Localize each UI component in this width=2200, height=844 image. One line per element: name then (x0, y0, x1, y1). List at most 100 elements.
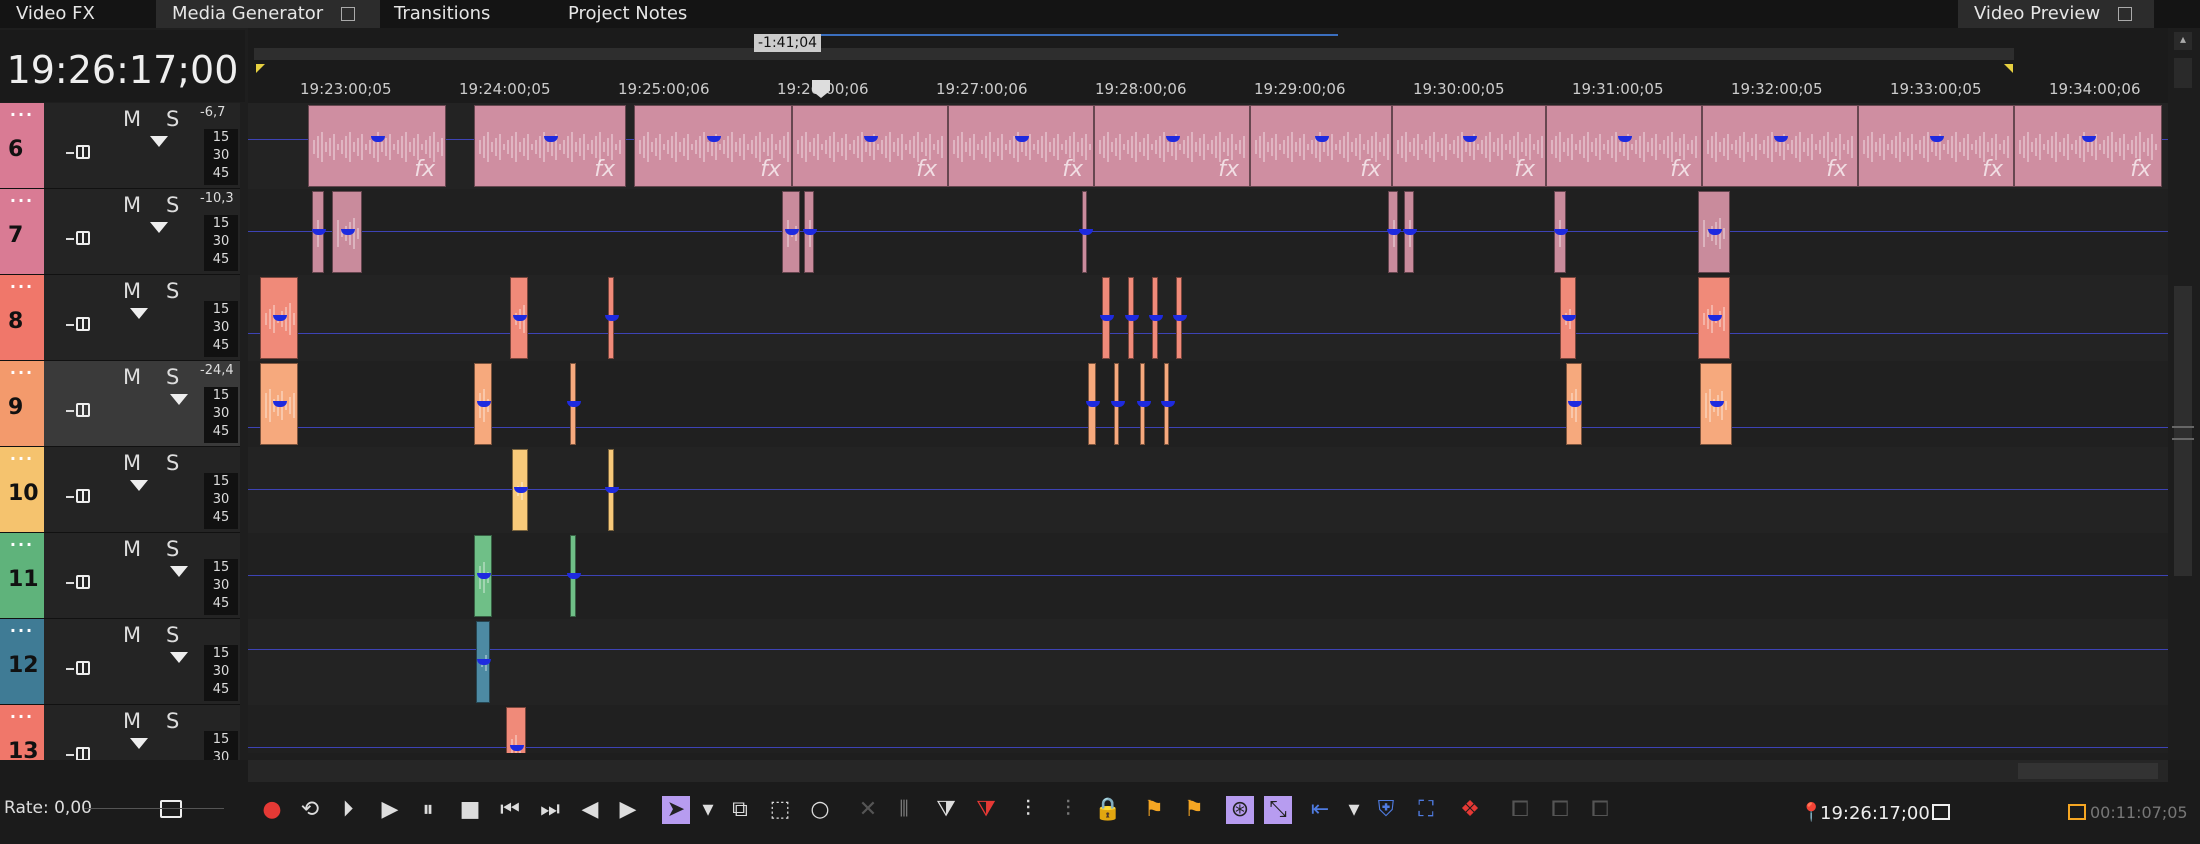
audio-clip[interactable] (510, 277, 528, 359)
clip-fx-icon[interactable]: fx (414, 157, 435, 182)
chevron-down-icon[interactable] (130, 308, 148, 319)
audio-clip[interactable] (605, 277, 619, 359)
audio-clip[interactable]: fx (1392, 105, 1546, 187)
track-lane-8[interactable] (248, 275, 2168, 362)
clip-fx-icon[interactable]: fx (1826, 157, 1847, 182)
audio-clip[interactable]: fx (2014, 105, 2162, 187)
clip-fx-icon[interactable]: fx (1514, 157, 1535, 182)
track-header-12[interactable]: ··· 12 M S 15 30 45 (0, 619, 240, 705)
audio-clip[interactable]: fx (1250, 105, 1392, 187)
loop-button[interactable]: ⟲ (296, 796, 324, 824)
zoom-tool-icon[interactable]: ○ (806, 796, 834, 824)
audio-clip[interactable] (1698, 191, 1730, 273)
track-fx-icon[interactable] (66, 573, 92, 593)
audio-clip[interactable] (260, 277, 298, 359)
remove-group-icon[interactable]: ⧠ (1586, 796, 1614, 824)
rate-slider[interactable] (84, 808, 224, 809)
audio-clip[interactable] (1403, 191, 1417, 273)
mute-button[interactable]: M (123, 107, 141, 131)
audio-clip[interactable] (605, 449, 619, 531)
volume-envelope-line[interactable] (248, 747, 2168, 748)
envelope-tool-icon[interactable]: ⧉ (726, 796, 754, 824)
split-icon[interactable]: ⧩ (932, 796, 960, 824)
track-fx-icon[interactable] (66, 143, 92, 163)
ripple-edit-icon[interactable]: ⇤ (1306, 796, 1334, 824)
audio-clip[interactable] (1125, 277, 1139, 359)
trim-start-icon[interactable]: ⫴ (890, 796, 918, 824)
lock-icon[interactable]: 🔒 (1094, 796, 1122, 824)
solo-button[interactable]: S (166, 107, 179, 131)
audio-clip[interactable] (1700, 363, 1732, 445)
track-fx-icon[interactable] (66, 487, 92, 507)
lock-envelopes-icon[interactable]: ⛨ (1372, 796, 1400, 824)
stop-button[interactable]: ■ (456, 796, 484, 824)
clip-fx-icon[interactable]: fx (760, 157, 781, 182)
volume-envelope-line[interactable] (248, 427, 2168, 428)
audio-clip[interactable] (782, 191, 800, 273)
audio-clip[interactable] (1554, 191, 1568, 273)
clip-fx-icon[interactable]: fx (1670, 157, 1691, 182)
solo-button[interactable]: S (166, 365, 179, 389)
marker-icon[interactable]: ⚑ (1140, 796, 1168, 824)
audio-clip[interactable] (474, 535, 492, 617)
track-number-tab[interactable]: ··· 11 (0, 533, 44, 618)
clip-gain-handle[interactable] (1554, 229, 1568, 235)
play-from-start-button[interactable]: ⏵ (334, 796, 362, 824)
track-fx-icon[interactable] (66, 401, 92, 421)
audio-clip[interactable] (332, 191, 362, 273)
rate-reset-icon[interactable] (160, 800, 182, 818)
mute-button[interactable]: M (123, 537, 141, 561)
track-header-10[interactable]: ··· 10 M S 15 30 45 (0, 447, 240, 533)
clip-gain-handle[interactable] (477, 659, 491, 665)
volume-envelope-line[interactable] (248, 489, 2168, 490)
loop-end-marker[interactable] (2004, 64, 2013, 73)
audio-clip[interactable] (567, 535, 581, 617)
scroll-page-icon[interactable] (2174, 58, 2192, 88)
track-number-tab[interactable]: ··· 12 (0, 619, 44, 704)
chevron-down-icon[interactable] (130, 738, 148, 749)
audio-clip[interactable] (1566, 363, 1582, 445)
chevron-down-icon[interactable] (170, 652, 188, 663)
clip-gain-handle[interactable] (510, 745, 524, 751)
clip-fx-icon[interactable]: fx (594, 157, 615, 182)
chevron-down-icon[interactable] (170, 566, 188, 577)
clip-gain-handle[interactable] (1568, 401, 1582, 407)
audio-clip[interactable] (1698, 277, 1730, 359)
track-menu-icon[interactable]: ··· (0, 535, 44, 554)
chevron-down-icon[interactable] (150, 136, 168, 147)
ungroup-icon[interactable]: ⧠ (1546, 796, 1574, 824)
tab-video-preview[interactable]: Video Preview ✕ (1958, 0, 2154, 54)
maximize-icon[interactable] (2117, 7, 2132, 21)
solo-button[interactable]: S (166, 193, 179, 217)
loop-start-marker[interactable] (256, 64, 265, 73)
track-menu-icon[interactable]: ··· (0, 449, 44, 468)
volume-envelope-line[interactable] (248, 333, 2168, 334)
scroll-up-icon[interactable]: ▴ (2174, 32, 2192, 50)
horizontal-scrollbar[interactable] (248, 760, 2168, 782)
mute-button[interactable]: M (123, 365, 141, 389)
loop-region-bar[interactable] (254, 48, 2014, 60)
delete-icon[interactable]: ✕ (854, 796, 882, 824)
audio-clip[interactable] (1110, 363, 1125, 445)
trim-end-icon[interactable]: ⫶ (1014, 796, 1042, 824)
trim-icon[interactable]: ⧩ (972, 796, 1000, 824)
timeline-ruler[interactable]: 19:23:00;0519:24:00;0519:25:00;0619:26:0… (248, 28, 2200, 103)
audio-clip[interactable]: fx (948, 105, 1094, 187)
go-to-end-button[interactable]: ⏭ (536, 796, 564, 824)
track-header-9[interactable]: ··· 9 M S -24,4 15 30 45 (0, 361, 240, 447)
chevron-down-icon[interactable] (170, 394, 188, 405)
solo-button[interactable]: S (166, 279, 179, 303)
mute-button[interactable]: M (123, 451, 141, 475)
track-menu-icon[interactable]: ··· (0, 105, 44, 124)
track-lane-13[interactable] (248, 705, 2168, 753)
volume-envelope-line[interactable] (248, 575, 2168, 576)
prev-frame-button[interactable]: ◀ (576, 796, 604, 824)
track-lane-9[interactable] (248, 361, 2168, 448)
clip-gain-handle[interactable] (864, 136, 878, 142)
audio-clip[interactable]: fx (792, 105, 948, 187)
audio-clip[interactable]: fx (308, 105, 446, 187)
track-header-8[interactable]: ··· 8 M S 15 30 45 (0, 275, 240, 361)
track-fx-icon[interactable] (66, 659, 92, 679)
audio-clip[interactable] (1149, 277, 1163, 359)
audio-clip[interactable]: fx (1702, 105, 1858, 187)
